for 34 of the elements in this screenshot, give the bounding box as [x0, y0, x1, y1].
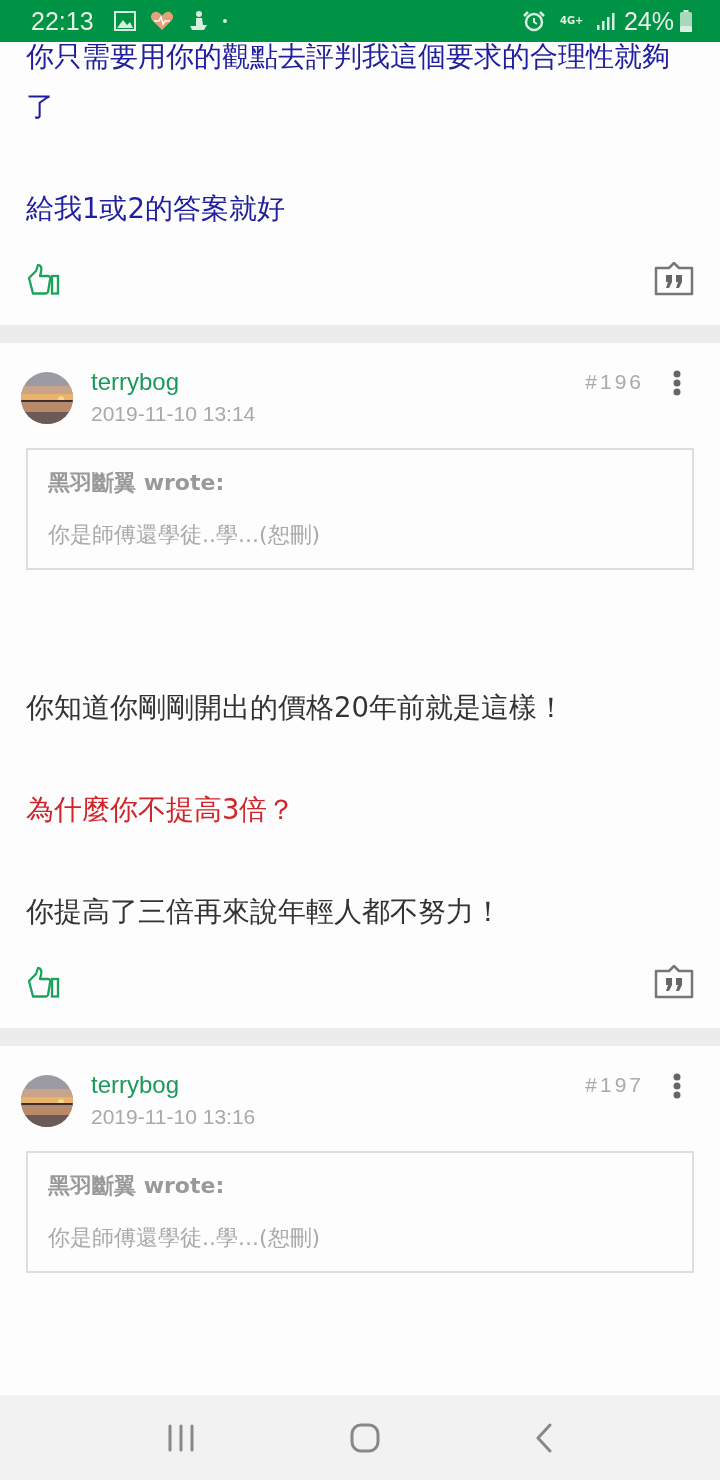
recent-apps-icon[interactable]	[167, 1423, 196, 1452]
battery-percent: 24%	[623, 6, 674, 36]
post-text: 你只需要用你的觀點去評判我這個要求的合理性就夠了	[26, 42, 671, 124]
quote-author: 黑羽斷翼 wrote:	[48, 1172, 226, 1200]
author-name[interactable]: terrybog	[91, 1069, 586, 1101]
quote-text: 你是師傅還學徒..學...(恕刪)	[48, 521, 322, 549]
post-number: #196	[585, 370, 644, 394]
thumbs-up-icon[interactable]	[26, 263, 60, 295]
more-icon[interactable]	[672, 370, 682, 396]
quote-icon[interactable]	[654, 262, 694, 296]
post-date: 2019-11-10 13:14	[91, 401, 257, 427]
more-icon[interactable]	[672, 1073, 682, 1099]
figure-icon	[187, 10, 208, 32]
dot-icon	[221, 18, 228, 24]
network-label: 4G+	[559, 16, 582, 26]
post-text: 為什麼你不提高3倍？	[26, 792, 297, 827]
battery-icon	[680, 10, 692, 32]
thumbs-up-icon[interactable]	[26, 966, 60, 998]
back-icon[interactable]	[534, 1422, 553, 1453]
quote-author: 黑羽斷翼 wrote:	[48, 469, 226, 497]
quote-icon[interactable]	[654, 965, 694, 999]
status-time: 22:13	[31, 6, 94, 36]
quote-text: 你是師傅還學徒..學...(恕刪)	[48, 1224, 322, 1252]
post-number: #197	[585, 1073, 644, 1097]
heart-icon	[149, 11, 174, 31]
post-text: 給我1或2的答案就好	[26, 191, 286, 226]
author-name[interactable]: terrybog	[91, 366, 586, 398]
post-text: 你知道你剛剛開出的價格20年前就是這樣！	[26, 690, 566, 725]
alarm-icon	[521, 10, 546, 32]
image-icon	[113, 11, 136, 31]
signal-icon	[595, 11, 616, 31]
home-icon[interactable]	[350, 1422, 380, 1453]
post-date: 2019-11-10 13:16	[91, 1104, 257, 1130]
post-text: 你提高了三倍再來說年輕人都不努力！	[26, 894, 503, 929]
